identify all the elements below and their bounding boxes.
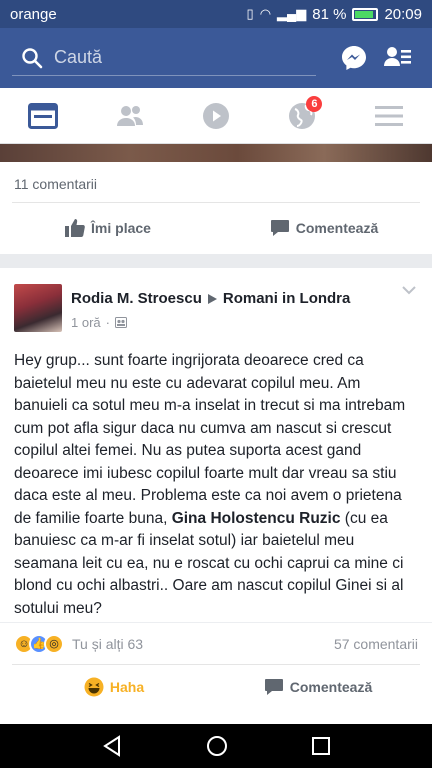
comment-button[interactable]: Comentează — [216, 219, 432, 237]
reactions-count[interactable]: Tu și alți 63 — [72, 636, 334, 652]
signal-icon: ▂▄▆ — [277, 6, 307, 21]
mentioned-person[interactable]: Gina Holostencu Ruzic — [172, 510, 341, 527]
battery-percent: 81 % — [312, 5, 347, 23]
tab-notifications[interactable]: 6 — [259, 88, 345, 143]
group-privacy-icon — [114, 317, 127, 328]
vibrate-icon: ▯ — [246, 6, 254, 21]
haha-emoji-icon — [84, 677, 104, 696]
previous-post-card: 11 comentarii Îmi place Comentează — [0, 144, 432, 254]
comment-button[interactable]: Comentează — [216, 678, 420, 696]
carrier-name: orange — [10, 5, 57, 23]
tab-bar: 6 — [0, 88, 432, 144]
messenger-icon — [342, 46, 366, 70]
battery-icon — [352, 7, 379, 21]
app-header: Caută — [0, 28, 432, 88]
notifications-badge: 6 — [306, 96, 323, 112]
search-placeholder: Caută — [54, 47, 103, 67]
tab-video[interactable] — [173, 88, 259, 143]
tab-news-feed[interactable] — [0, 88, 86, 143]
comments-count[interactable]: 11 comentarii — [0, 162, 432, 202]
system-navigation-bar — [0, 724, 432, 768]
comment-icon — [264, 678, 283, 695]
search-bar[interactable]: Caută — [12, 40, 316, 76]
tab-menu[interactable] — [346, 88, 432, 143]
post-time[interactable]: 1 oră — [71, 315, 101, 330]
haha-label: Haha — [109, 678, 145, 695]
thumbs-up-icon — [65, 219, 85, 237]
home-icon[interactable] — [206, 735, 228, 757]
post-actions: Îmi place Comentează — [0, 203, 432, 253]
post-card: Rodia M. Stroescu Romani in Londra 1 oră… — [0, 268, 432, 724]
back-icon[interactable] — [101, 735, 123, 757]
comments-count[interactable]: 57 comentarii — [334, 636, 418, 652]
news-feed-icon — [28, 102, 59, 129]
like-button[interactable]: Îmi place — [0, 219, 216, 237]
tab-friends[interactable] — [86, 88, 172, 143]
author-name[interactable]: Rodia M. Stroescu — [71, 290, 202, 307]
friends-icon — [116, 105, 143, 126]
hamburger-menu-icon — [374, 105, 403, 126]
friend-requests-button[interactable] — [376, 36, 420, 80]
post-actions: Haha Comentează — [12, 664, 420, 708]
avatar[interactable] — [14, 284, 62, 332]
wifi-icon: ◠ — [259, 6, 272, 21]
comment-icon — [270, 220, 289, 236]
separator-dot: · — [105, 315, 110, 330]
post-header: Rodia M. Stroescu Romani in Londra 1 oră… — [0, 268, 432, 342]
messenger-button[interactable] — [332, 36, 376, 80]
wow-reaction-icon: ◎ — [44, 633, 64, 654]
search-icon — [22, 47, 43, 68]
friends-menu-icon — [384, 47, 411, 66]
chevron-down-icon[interactable] — [402, 286, 416, 295]
comment-label: Comentează — [295, 220, 379, 236]
like-label: Îmi place — [91, 220, 151, 236]
video-icon — [203, 102, 230, 129]
post-photo[interactable] — [0, 144, 432, 162]
status-bar: orange ▯ ◠ ▂▄▆ 81 % 20:09 — [0, 0, 432, 28]
comment-label: Comentează — [289, 678, 373, 695]
post-text-part-1: Hey grup... sunt foarte ingrijorata deoa… — [14, 352, 406, 527]
recent-apps-icon[interactable] — [311, 736, 331, 756]
post-body: Hey grup... sunt foarte ingrijorata deoa… — [0, 342, 432, 622]
group-name[interactable]: Romani in Londra — [223, 290, 351, 307]
clock: 20:09 — [384, 5, 422, 23]
post-meta: Rodia M. Stroescu Romani in Londra 1 oră… — [71, 284, 350, 342]
haha-button[interactable]: Haha — [12, 677, 216, 697]
arrow-right-icon — [207, 293, 217, 304]
reactions-summary[interactable]: ☺ 👍 ◎ Tu și alți 63 57 comentarii — [0, 622, 432, 664]
